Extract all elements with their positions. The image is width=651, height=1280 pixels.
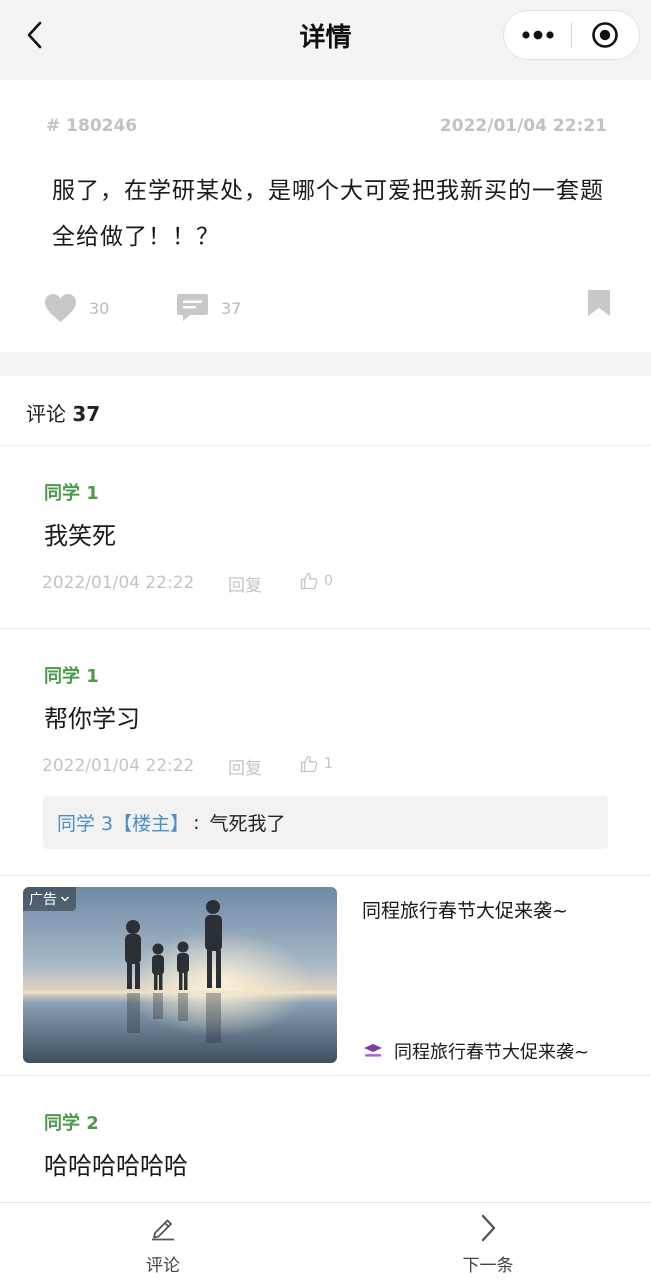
comment-count-button[interactable]: 37 [176,285,241,331]
ad-image[interactable]: 广告 [23,887,337,1063]
comment-like-button[interactable]: 0 [300,572,333,590]
comment-like-button[interactable]: 1 [300,755,333,773]
comment-like-count: 1 [324,756,333,772]
sub-reply[interactable]: 同学 3【楼主】 : 气死我了 [43,796,608,849]
comment-text: 我笑死 [44,522,116,550]
bottom-bar: 评论 下一条 [0,1202,651,1280]
comment-like-count: 0 [324,573,333,589]
mini-program-capsule [503,10,640,60]
post-timestamp: 2022/01/04 22:21 [439,116,607,136]
thumbs-up-icon [300,572,318,590]
comment-author[interactable]: 同学 2 [44,1109,99,1135]
heart-icon [45,294,76,322]
comment-count: 37 [221,298,242,318]
comment-text: 帮你学习 [44,705,140,733]
tab-comment-label: 评论 [146,1256,180,1276]
beach-family-photo [23,887,337,1063]
comment-timestamp: 2022/01/04 22:22 [42,756,195,776]
pencil-icon [152,1219,174,1241]
comments-header: 评论 37 [0,376,651,446]
sub-reply-author[interactable]: 同学 3【楼主】 [57,809,189,836]
back-button[interactable] [18,18,52,52]
next-post-button[interactable]: 下一条 [428,1203,548,1280]
ad-brand[interactable]: 同程旅行春节大促来袭~ [362,1038,589,1064]
thumbs-up-icon [300,755,318,773]
like-button[interactable]: 30 [44,285,109,331]
tab-next-label: 下一条 [462,1256,514,1276]
ad-banner[interactable]: 广告 同程旅行春节大促来袭~ 同程旅行春节大促来袭~ [0,876,651,1076]
sub-reply-colon: : [193,811,200,834]
comments-total: 37 [72,402,101,426]
comment-item[interactable]: 同学 1 我笑死 2022/01/04 22:22 回复 0 [0,446,651,629]
comment-bubble-icon [177,294,208,321]
comment-item[interactable]: 同学 2 哈哈哈哈哈哈 [0,1076,651,1202]
chevron-down-icon [61,896,69,902]
write-comment-button[interactable]: 评论 [103,1203,223,1280]
ad-brand-name: 同程旅行春节大促来袭~ [394,1042,590,1063]
more-dots-icon [521,30,554,40]
reply-button[interactable]: 回复 [228,754,262,779]
comments-title: 评论 37 [26,398,100,427]
comment-text: 哈哈哈哈哈哈 [44,1152,188,1180]
comment-author[interactable]: 同学 1 [44,479,99,505]
sub-reply-text: 气死我了 [209,813,286,835]
chevron-right-icon [481,1214,496,1242]
like-count: 30 [89,298,110,318]
more-button[interactable] [504,11,571,59]
ad-tag-label: 广告 [29,892,57,908]
comments-label: 评论 [26,402,66,426]
chevron-left-icon [27,21,42,49]
post-id: # 180246 [46,116,138,136]
comment-timestamp: 2022/01/04 22:22 [42,573,195,593]
target-circle-icon [592,22,619,48]
bookmark-button[interactable] [587,289,611,321]
ad-title[interactable]: 同程旅行春节大促来袭~ [362,896,568,923]
brand-logo-icon [364,1044,382,1057]
ad-tag[interactable]: 广告 [23,887,76,911]
comment-author[interactable]: 同学 1 [44,662,99,688]
nav-bar: 详情 [0,0,651,80]
post-card: # 180246 2022/01/04 22:21 服了，在学研某处，是哪个大可… [0,80,651,352]
close-miniprogram-button[interactable] [572,11,639,59]
post-content: 服了，在学研某处，是哪个大可爱把我新买的一套题全给做了！！？ [52,178,604,250]
post-actions: 30 37 [0,285,651,331]
reply-button[interactable]: 回复 [228,571,262,596]
bookmark-icon [588,290,610,316]
